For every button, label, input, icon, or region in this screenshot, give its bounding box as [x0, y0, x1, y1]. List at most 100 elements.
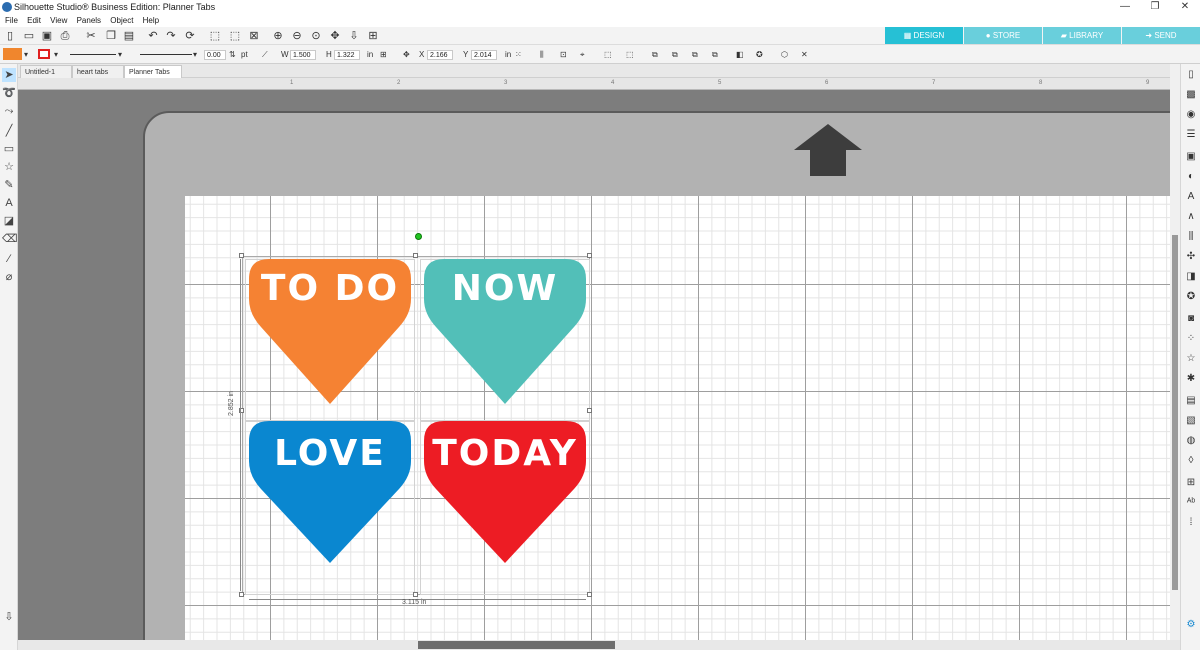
align-panel-icon[interactable]: ⫼	[1184, 230, 1198, 244]
pan-icon[interactable]: ✥	[328, 29, 342, 43]
resize-handle[interactable]	[587, 253, 592, 258]
copy-icon[interactable]: ❐	[104, 29, 118, 43]
modify-panel-icon[interactable]: ◨	[1184, 270, 1198, 284]
text-path-icon[interactable]: ∧	[1184, 210, 1198, 224]
knife-tool-icon[interactable]: ∕	[2, 252, 16, 266]
eraser-tool-icon[interactable]: ⌫	[2, 232, 18, 246]
replicate-panel-icon[interactable]: ✱	[1184, 372, 1198, 386]
open-folder-icon[interactable]: ▭	[22, 29, 36, 43]
menu-edit[interactable]: Edit	[27, 14, 41, 27]
bring-front-icon[interactable]: ⧉	[652, 49, 658, 60]
send-back-icon[interactable]: ⧉	[672, 49, 678, 60]
library-panel-icon[interactable]: ◍	[1184, 434, 1198, 448]
menu-panels[interactable]: Panels	[77, 14, 101, 27]
page-setup-icon[interactable]: ▯	[1184, 68, 1198, 82]
y-field[interactable]: 2.014	[471, 50, 497, 60]
fit-window-icon[interactable]: ⊞	[366, 29, 380, 43]
lock-aspect-icon[interactable]: ⊞	[380, 49, 387, 60]
tab-heart-tabs[interactable]: heart tabs	[72, 65, 124, 78]
3d-box-icon[interactable]: ⬡	[781, 49, 788, 60]
close-button[interactable]: ✕	[1170, 0, 1200, 14]
chevron-down-icon[interactable]: ▾	[118, 49, 122, 60]
edit-points-icon[interactable]: ⊠	[247, 29, 261, 43]
point-edit-icon[interactable]: ⤳	[2, 104, 16, 118]
menu-help[interactable]: Help	[143, 14, 159, 27]
target-icon[interactable]: ⌖	[580, 49, 585, 60]
favorites-icon[interactable]: ☆	[1184, 352, 1198, 366]
lasso-tool-icon[interactable]: ➰	[2, 86, 16, 100]
nesting-panel-icon[interactable]: ⊞	[1184, 476, 1198, 490]
weld-icon[interactable]: ◧	[736, 49, 744, 60]
offset-panel-icon[interactable]: ✪	[1184, 290, 1198, 304]
color-panel-icon[interactable]: ◉	[1184, 108, 1198, 122]
rotation-handle[interactable]	[415, 233, 422, 240]
group-icon[interactable]: ⬚	[604, 49, 612, 60]
resize-handle[interactable]	[587, 592, 592, 597]
trace-panel-icon[interactable]: ◙	[1184, 312, 1198, 326]
resize-handle[interactable]	[587, 408, 592, 413]
tab-untitled-1[interactable]: Untitled-1	[20, 65, 72, 78]
sketch-panel-icon[interactable]: ▣	[1184, 150, 1198, 164]
resize-handle[interactable]	[413, 592, 418, 597]
import-icon[interactable]: ⇩	[2, 610, 16, 624]
resize-handle[interactable]	[413, 253, 418, 258]
line-width-stepper[interactable]: ⇅	[229, 49, 236, 60]
line-weight-preview[interactable]	[140, 54, 192, 55]
zoom-out-icon[interactable]: ⊖	[290, 29, 304, 43]
x-field[interactable]: 2.166	[427, 50, 453, 60]
horizontal-scroll-thumb[interactable]	[418, 641, 615, 649]
fill-color-swatch[interactable]	[3, 48, 22, 60]
settings-gear-icon[interactable]: ⚙	[1184, 618, 1198, 632]
restore-button[interactable]: ❐	[1140, 0, 1170, 14]
chevron-down-icon[interactable]: ▾	[24, 49, 28, 60]
shadow-panel-icon[interactable]: ◐	[1184, 170, 1198, 184]
line-tool-icon[interactable]: ╱	[2, 124, 16, 138]
barcode-panel-icon[interactable]: ⁞	[1184, 516, 1198, 530]
eyedropper-tool-icon[interactable]: ⌀	[2, 270, 16, 284]
tab-planner-tabs[interactable]: Planner Tabs	[124, 65, 182, 78]
resize-handle[interactable]	[239, 592, 244, 597]
ungroup-icon[interactable]: ⬚	[626, 49, 634, 60]
text-tool-icon[interactable]: A	[2, 196, 16, 210]
canvas-area[interactable]: 1 2 3 4 5 6 7 8 9 TO DO NOW LOVE TODAY 3…	[18, 78, 1175, 640]
line-style-preview[interactable]	[70, 54, 116, 55]
minimize-button[interactable]: —	[1110, 0, 1140, 14]
fill-panel-icon[interactable]: ▩	[1184, 88, 1198, 102]
pattern-panel-icon[interactable]: ▧	[1184, 414, 1198, 428]
text-panel-icon[interactable]: A	[1184, 190, 1198, 204]
close-icon[interactable]: ✕	[801, 49, 808, 60]
rectangle-tool-icon[interactable]: ▭	[2, 142, 16, 156]
select-all-icon[interactable]: ⬚	[208, 29, 222, 43]
send-backward-icon[interactable]: ⧉	[712, 49, 718, 60]
resize-handle[interactable]	[239, 253, 244, 258]
zoom-in-icon[interactable]: ⊕	[271, 29, 285, 43]
layers-panel-icon[interactable]: ▤	[1184, 394, 1198, 408]
deselect-icon[interactable]: ⬚	[228, 29, 242, 43]
height-field[interactable]: 1.322	[334, 50, 360, 60]
line-color-swatch[interactable]	[38, 49, 50, 59]
tab-store[interactable]: ● STORE	[964, 27, 1042, 44]
cut-icon[interactable]: ✂	[84, 29, 98, 43]
tab-design[interactable]: ▦ DESIGN	[885, 27, 963, 44]
anchor-grid-icon[interactable]: ⁙	[515, 49, 522, 60]
print-icon[interactable]: ⎙	[58, 29, 72, 43]
menu-object[interactable]: Object	[110, 14, 133, 27]
fit-page-icon[interactable]: ⇩	[347, 29, 361, 43]
line-width-field[interactable]: 0.00	[204, 50, 226, 60]
zoom-select-icon[interactable]: ⊙	[309, 29, 323, 43]
vertical-scroll-thumb[interactable]	[1172, 235, 1178, 590]
menu-file[interactable]: File	[5, 14, 18, 27]
chevron-down-icon[interactable]: ▾	[193, 49, 197, 60]
select-tool-icon[interactable]: ➤	[2, 68, 16, 82]
draw-tool-icon[interactable]: ✎	[2, 178, 16, 192]
save-icon[interactable]: ▣	[40, 29, 54, 43]
polygon-tool-icon[interactable]: ☆	[2, 160, 16, 174]
undo-icon[interactable]: ↶	[146, 29, 160, 43]
paste-icon[interactable]: ▤	[122, 29, 136, 43]
chevron-down-icon[interactable]: ▾	[54, 49, 58, 60]
offset-icon[interactable]: ✪	[756, 49, 763, 60]
line-panel-icon[interactable]: ☰	[1184, 128, 1198, 142]
tab-library[interactable]: ▰ LIBRARY	[1043, 27, 1121, 44]
fill-tool-icon[interactable]: ◪	[2, 214, 16, 228]
transform-panel-icon[interactable]: ✣	[1184, 250, 1198, 264]
